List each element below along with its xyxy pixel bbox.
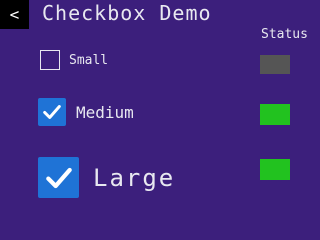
status-indicator-medium — [260, 104, 290, 125]
checkbox-row-large[interactable]: Large — [38, 157, 175, 198]
status-column-header: Status — [261, 27, 308, 42]
checkbox-row-small[interactable]: Small — [40, 50, 108, 70]
status-indicator-large — [260, 159, 290, 180]
status-indicator-small — [260, 55, 290, 74]
checkmark-icon — [43, 105, 61, 119]
checkbox-large[interactable] — [38, 157, 79, 198]
back-button[interactable]: < — [0, 0, 29, 29]
checkbox-label-medium[interactable]: Medium — [76, 103, 134, 122]
checkbox-label-large[interactable]: Large — [93, 164, 175, 192]
page-title: Checkbox Demo — [42, 1, 212, 25]
checkbox-row-medium[interactable]: Medium — [38, 98, 134, 126]
checkmark-icon — [45, 167, 72, 188]
checkbox-small[interactable] — [40, 50, 60, 70]
chevron-left-icon: < — [9, 4, 20, 24]
checkbox-label-small[interactable]: Small — [69, 53, 108, 68]
checkbox-medium[interactable] — [38, 98, 66, 126]
